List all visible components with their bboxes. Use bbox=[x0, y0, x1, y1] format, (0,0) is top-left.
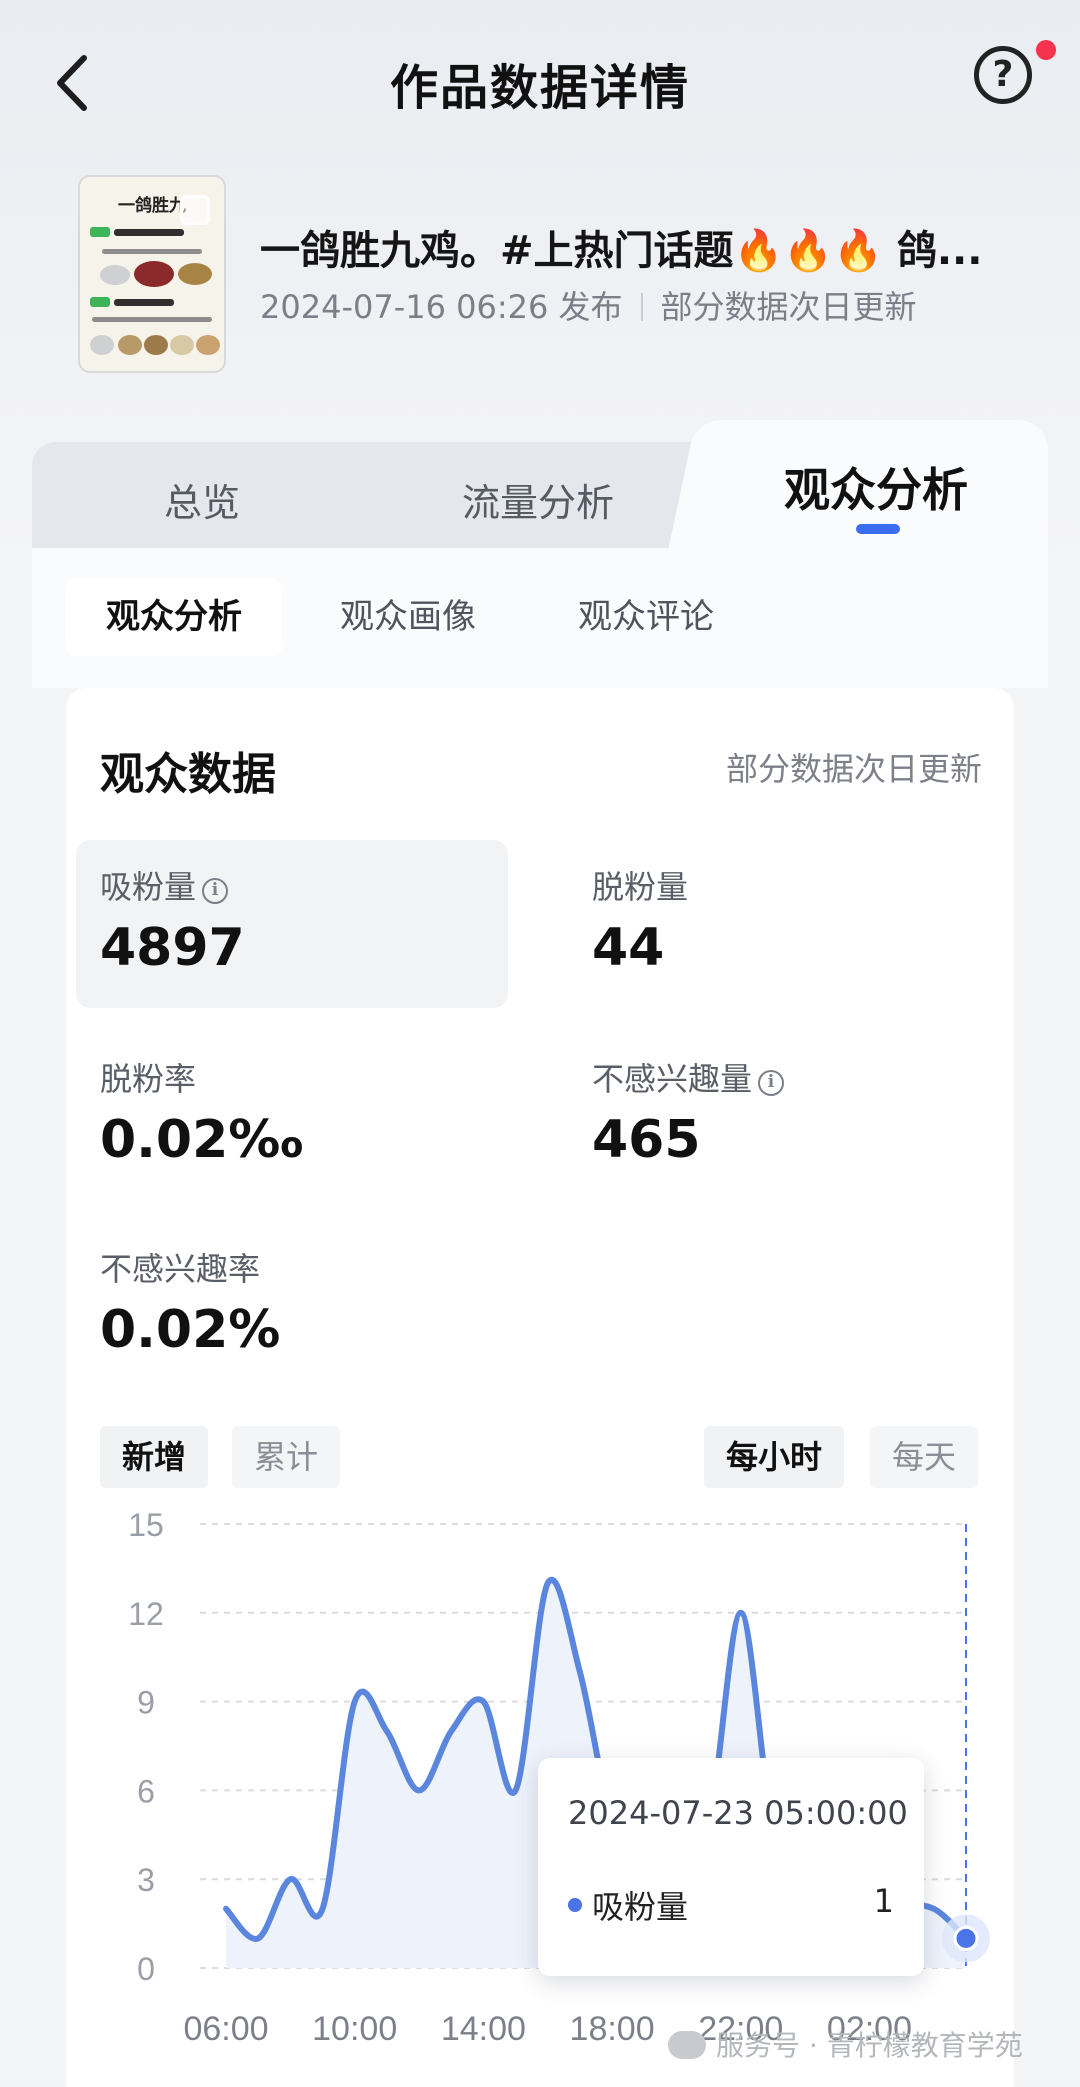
thumbnail-food bbox=[196, 335, 220, 355]
help-icon[interactable]: ? bbox=[974, 46, 1032, 104]
thumbnail-text bbox=[114, 229, 184, 236]
tab-audience-analysis[interactable]: 观众分析 bbox=[784, 454, 968, 520]
tooltip-value: 1 bbox=[873, 1882, 894, 1920]
thumbnail-food bbox=[134, 261, 174, 287]
watermark: 服务号 · 青柠檬教育学苑 bbox=[668, 2024, 1023, 2064]
stat-unfollow-rate: 脱粉率 0.02‰ bbox=[76, 1032, 508, 1200]
thumbnail-check-icon bbox=[90, 297, 110, 307]
tooltip-series-name: 吸粉量 bbox=[592, 1888, 689, 1926]
publish-time: 2024-07-16 06:26 发布 bbox=[260, 288, 623, 326]
page-title: 作品数据详情 bbox=[389, 60, 690, 116]
select-checkbox-icon bbox=[180, 195, 210, 225]
divider bbox=[640, 293, 643, 321]
y-tick-label: 15 bbox=[128, 1507, 164, 1543]
update-note: 部分数据次日更新 bbox=[660, 288, 917, 326]
thumbnail-food bbox=[144, 335, 168, 355]
stat-label: 不感兴趣率 bbox=[100, 1250, 261, 1288]
toggle-cumulative[interactable]: 累计 bbox=[232, 1426, 341, 1488]
stat-label: 不感兴趣量 i bbox=[592, 1054, 785, 1100]
thumbnail-food bbox=[178, 263, 212, 285]
card-title: 观众数据 bbox=[100, 749, 276, 800]
subtab-audience-profile[interactable]: 观众画像 bbox=[340, 578, 476, 656]
video-summary: 一鸽胜九 一鸽胜九鸡。#上热门话题🔥🔥🔥 鸽... 2024-07-16 06:… bbox=[0, 170, 1080, 390]
stat-value: 465 bbox=[592, 1110, 701, 1170]
stat-label: 脱粉量 bbox=[592, 868, 689, 906]
subtab-audience-analysis[interactable]: 观众分析 bbox=[66, 578, 282, 656]
card-update-note: 部分数据次日更新 bbox=[725, 750, 982, 788]
tooltip-time: 2024-07-23 05:00:00 bbox=[568, 1794, 908, 1832]
thumbnail-pigeon bbox=[100, 265, 130, 285]
followers-chart[interactable]: 0 3 6 9 12 15 06:00 10:00 14:00 18:00 22:00 02:00 2… bbox=[90, 1500, 1014, 2087]
chart-tooltip: 2024-07-23 05:00:00 吸粉量 1 bbox=[538, 1758, 924, 1976]
stat-value: 4897 bbox=[100, 918, 245, 978]
y-tick-label: 9 bbox=[137, 1685, 155, 1721]
y-tick-label: 3 bbox=[137, 1862, 155, 1898]
thumbnail-food bbox=[118, 335, 142, 355]
info-icon[interactable]: i bbox=[202, 878, 229, 904]
video-meta: 2024-07-16 06:26 发布 部分数据次日更新 bbox=[260, 282, 917, 328]
stat-value: 44 bbox=[592, 918, 665, 978]
x-tick-label: 06:00 bbox=[183, 2010, 268, 2048]
thumbnail-pigeon bbox=[90, 335, 114, 355]
audience-data-card: 观众数据 部分数据次日更新 吸粉量 i 4897 脱粉量 44 脱粉率 0.02‰… bbox=[66, 688, 1014, 2087]
header: 作品数据详情 ? bbox=[0, 0, 1080, 160]
y-tick-label: 0 bbox=[137, 1951, 155, 1987]
toggle-hourly[interactable]: 每小时 bbox=[704, 1426, 845, 1488]
tab-overview[interactable]: 总览 bbox=[164, 472, 240, 527]
active-tab-indicator bbox=[856, 524, 900, 534]
toggle-daily[interactable]: 每天 bbox=[870, 1426, 979, 1488]
x-tick-label: 18:00 bbox=[570, 2010, 655, 2048]
main-tabs: 总览 流量分析 观众分析 bbox=[32, 420, 1048, 550]
stat-followers-gained[interactable]: 吸粉量 i 4897 bbox=[76, 840, 508, 1008]
x-tick-label: 14:00 bbox=[441, 2010, 526, 2048]
y-tick-label: 12 bbox=[128, 1596, 164, 1632]
y-tick-label: 6 bbox=[137, 1773, 155, 1809]
x-tick-label: 10:00 bbox=[312, 2010, 397, 2048]
thumbnail-food bbox=[170, 335, 194, 355]
stat-label: 脱粉率 bbox=[100, 1060, 197, 1098]
stat-followers-lost: 脱粉量 44 bbox=[568, 840, 1000, 1008]
stat-not-interested: 不感兴趣量 i 465 bbox=[568, 1032, 1000, 1200]
thumbnail-text bbox=[114, 299, 174, 306]
stat-value: 0.02‰ bbox=[100, 1110, 304, 1170]
watermark-text: 服务号 · 青柠檬教育学苑 bbox=[716, 2029, 1023, 2062]
series-dot bbox=[568, 1898, 582, 1912]
stat-not-interested-rate: 不感兴趣率 0.02% bbox=[76, 1222, 508, 1390]
stat-label: 吸粉量 i bbox=[100, 862, 229, 908]
thumbnail-text bbox=[92, 317, 212, 322]
video-caption: 一鸽胜九鸡。#上热门话题🔥🔥🔥 鸽... bbox=[260, 228, 983, 274]
stat-label-text: 不感兴趣量 bbox=[592, 1060, 753, 1098]
stat-value: 0.02% bbox=[100, 1300, 281, 1360]
toggle-new[interactable]: 新增 bbox=[100, 1426, 209, 1488]
stat-label-text: 吸粉量 bbox=[100, 868, 197, 906]
tab-traffic-analysis[interactable]: 流量分析 bbox=[462, 472, 614, 527]
subtab-audience-comments[interactable]: 观众评论 bbox=[578, 578, 714, 656]
thumbnail-check-icon bbox=[90, 227, 110, 237]
notification-dot bbox=[1036, 40, 1056, 60]
thumbnail-text bbox=[102, 249, 202, 254]
hover-point bbox=[953, 1925, 979, 1951]
wechat-icon bbox=[668, 2031, 706, 2059]
info-icon[interactable]: i bbox=[758, 1070, 785, 1096]
video-thumbnail[interactable]: 一鸽胜九 bbox=[78, 175, 226, 373]
